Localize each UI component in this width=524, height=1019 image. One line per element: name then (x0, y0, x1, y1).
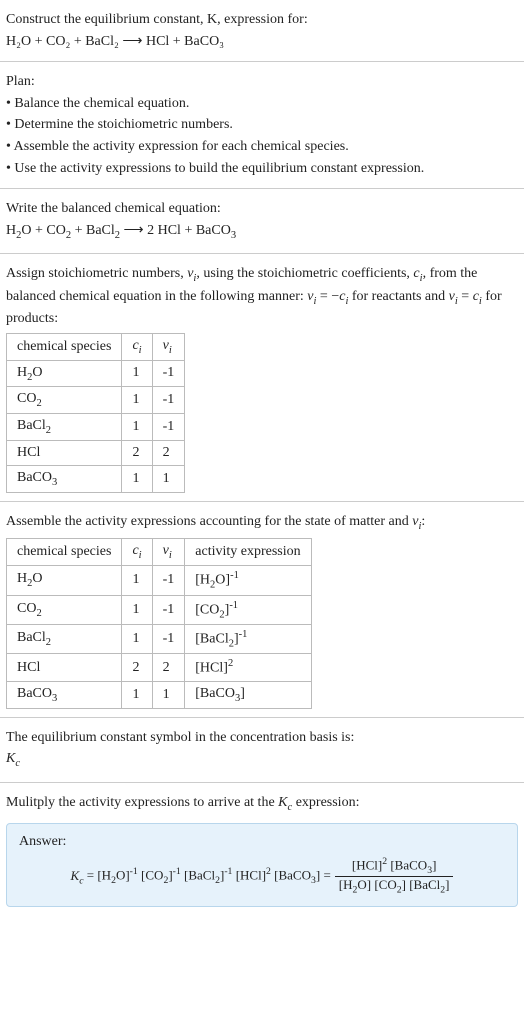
table-header-row: chemical species ci νi (7, 333, 185, 360)
cell-nui: -1 (152, 624, 185, 653)
col-species: chemical species (7, 333, 122, 360)
cell-species: H2O (7, 566, 122, 595)
symbol-section: The equilibrium constant symbol in the c… (0, 718, 524, 783)
intro-title-text: Construct the equilibrium constant, K, e… (6, 12, 308, 27)
table-row: H2O 1 -1 (7, 360, 185, 387)
answer-box: Answer: Kc = [H2O]-1 [CO2]-1 [BaCl2]-1 [… (6, 823, 518, 907)
intro-section: Construct the equilibrium constant, K, e… (0, 0, 524, 62)
answer-expression: Kc = [H2O]-1 [CO2]-1 [BaCl2]-1 [HCl]2 [B… (19, 856, 505, 896)
cell-species: H2O (7, 360, 122, 387)
cell-species: CO2 (7, 387, 122, 414)
col-ci: ci (122, 539, 152, 566)
intro-title: Construct the equilibrium constant, K, e… (6, 10, 518, 30)
table-row: HCl 2 2 (7, 440, 185, 465)
cell-ci: 1 (122, 682, 152, 709)
cell-ci: 1 (122, 465, 152, 492)
cell-nui: -1 (152, 595, 185, 624)
col-ci: ci (122, 333, 152, 360)
col-species: chemical species (7, 539, 122, 566)
plan-item: • Use the activity expressions to build … (6, 159, 518, 179)
stoich-section: Assign stoichiometric numbers, νi, using… (0, 254, 524, 502)
activity-heading: Assemble the activity expressions accoun… (6, 512, 518, 534)
cell-nui: 2 (152, 440, 185, 465)
plan-item: • Assemble the activity expression for e… (6, 137, 518, 157)
cell-ci: 2 (122, 440, 152, 465)
cell-species: HCl (7, 440, 122, 465)
cell-species: BaCl2 (7, 414, 122, 441)
cell-nui: 1 (152, 465, 185, 492)
cell-ci: 1 (122, 595, 152, 624)
plan-heading: Plan: (6, 72, 518, 92)
cell-species: BaCO3 (7, 682, 122, 709)
balanced-section: Write the balanced chemical equation: H2… (0, 189, 524, 254)
multiply-heading: Mulitply the activity expressions to arr… (6, 793, 518, 815)
col-activity: activity expression (185, 539, 311, 566)
cell-nui: -1 (152, 414, 185, 441)
cell-species: BaCl2 (7, 624, 122, 653)
cell-ci: 2 (122, 654, 152, 682)
cell-nui: -1 (152, 387, 185, 414)
cell-species: BaCO3 (7, 465, 122, 492)
answer-fraction: [HCl]2 [BaCO3] [H2O] [CO2] [BaCl2] (335, 856, 454, 896)
table-row: HCl 2 2 [HCl]2 (7, 654, 312, 682)
cell-nui: 2 (152, 654, 185, 682)
cell-species: CO2 (7, 595, 122, 624)
activity-section: Assemble the activity expressions accoun… (0, 502, 524, 718)
cell-ci: 1 (122, 387, 152, 414)
cell-ci: 1 (122, 360, 152, 387)
multiply-section: Mulitply the activity expressions to arr… (0, 783, 524, 819)
cell-ci: 1 (122, 414, 152, 441)
cell-nui: -1 (152, 566, 185, 595)
table-row: BaCO3 1 1 [BaCO3] (7, 682, 312, 709)
table-row: BaCl2 1 -1 (7, 414, 185, 441)
cell-species: HCl (7, 654, 122, 682)
cell-activity: [BaCl2]-1 (185, 624, 311, 653)
cell-nui: -1 (152, 360, 185, 387)
balanced-equation: H2O + CO2 + BaCl2 ⟶ 2 HCl + BaCO3 (6, 221, 518, 243)
col-nui: νi (152, 539, 185, 566)
plan-section: Plan: • Balance the chemical equation. •… (0, 62, 524, 189)
cell-activity: [BaCO3] (185, 682, 311, 709)
table-header-row: chemical species ci νi activity expressi… (7, 539, 312, 566)
cell-activity: [H2O]-1 (185, 566, 311, 595)
answer-numerator: [HCl]2 [BaCO3] (335, 856, 454, 877)
balanced-heading: Write the balanced chemical equation: (6, 199, 518, 219)
cell-ci: 1 (122, 566, 152, 595)
col-nui: νi (152, 333, 185, 360)
answer-denominator: [H2O] [CO2] [BaCl2] (335, 877, 454, 896)
answer-label: Answer: (19, 834, 505, 850)
answer-section: Answer: Kc = [H2O]-1 [CO2]-1 [BaCl2]-1 [… (0, 823, 524, 915)
cell-nui: 1 (152, 682, 185, 709)
plan-item: • Determine the stoichiometric numbers. (6, 115, 518, 135)
stoich-table: chemical species ci νi H2O 1 -1 CO2 1 -1… (6, 333, 185, 493)
answer-lhs: Kc = [H2O]-1 [CO2]-1 [BaCl2]-1 [HCl]2 [B… (71, 866, 331, 886)
cell-activity: [HCl]2 (185, 654, 311, 682)
table-row: BaCl2 1 -1 [BaCl2]-1 (7, 624, 312, 653)
cell-ci: 1 (122, 624, 152, 653)
intro-equation: H₂O + CO₂ + BaCl₂ ⟶ HCl + BaCO₃ (6, 32, 518, 52)
plan-item: • Balance the chemical equation. (6, 94, 518, 114)
symbol-heading: The equilibrium constant symbol in the c… (6, 728, 518, 748)
activity-table: chemical species ci νi activity expressi… (6, 538, 312, 709)
table-row: H2O 1 -1 [H2O]-1 (7, 566, 312, 595)
table-row: CO2 1 -1 (7, 387, 185, 414)
table-row: CO2 1 -1 [CO2]-1 (7, 595, 312, 624)
symbol-value: Kc (6, 749, 518, 771)
cell-activity: [CO2]-1 (185, 595, 311, 624)
stoich-heading: Assign stoichiometric numbers, νi, using… (6, 264, 518, 329)
table-row: BaCO3 1 1 (7, 465, 185, 492)
